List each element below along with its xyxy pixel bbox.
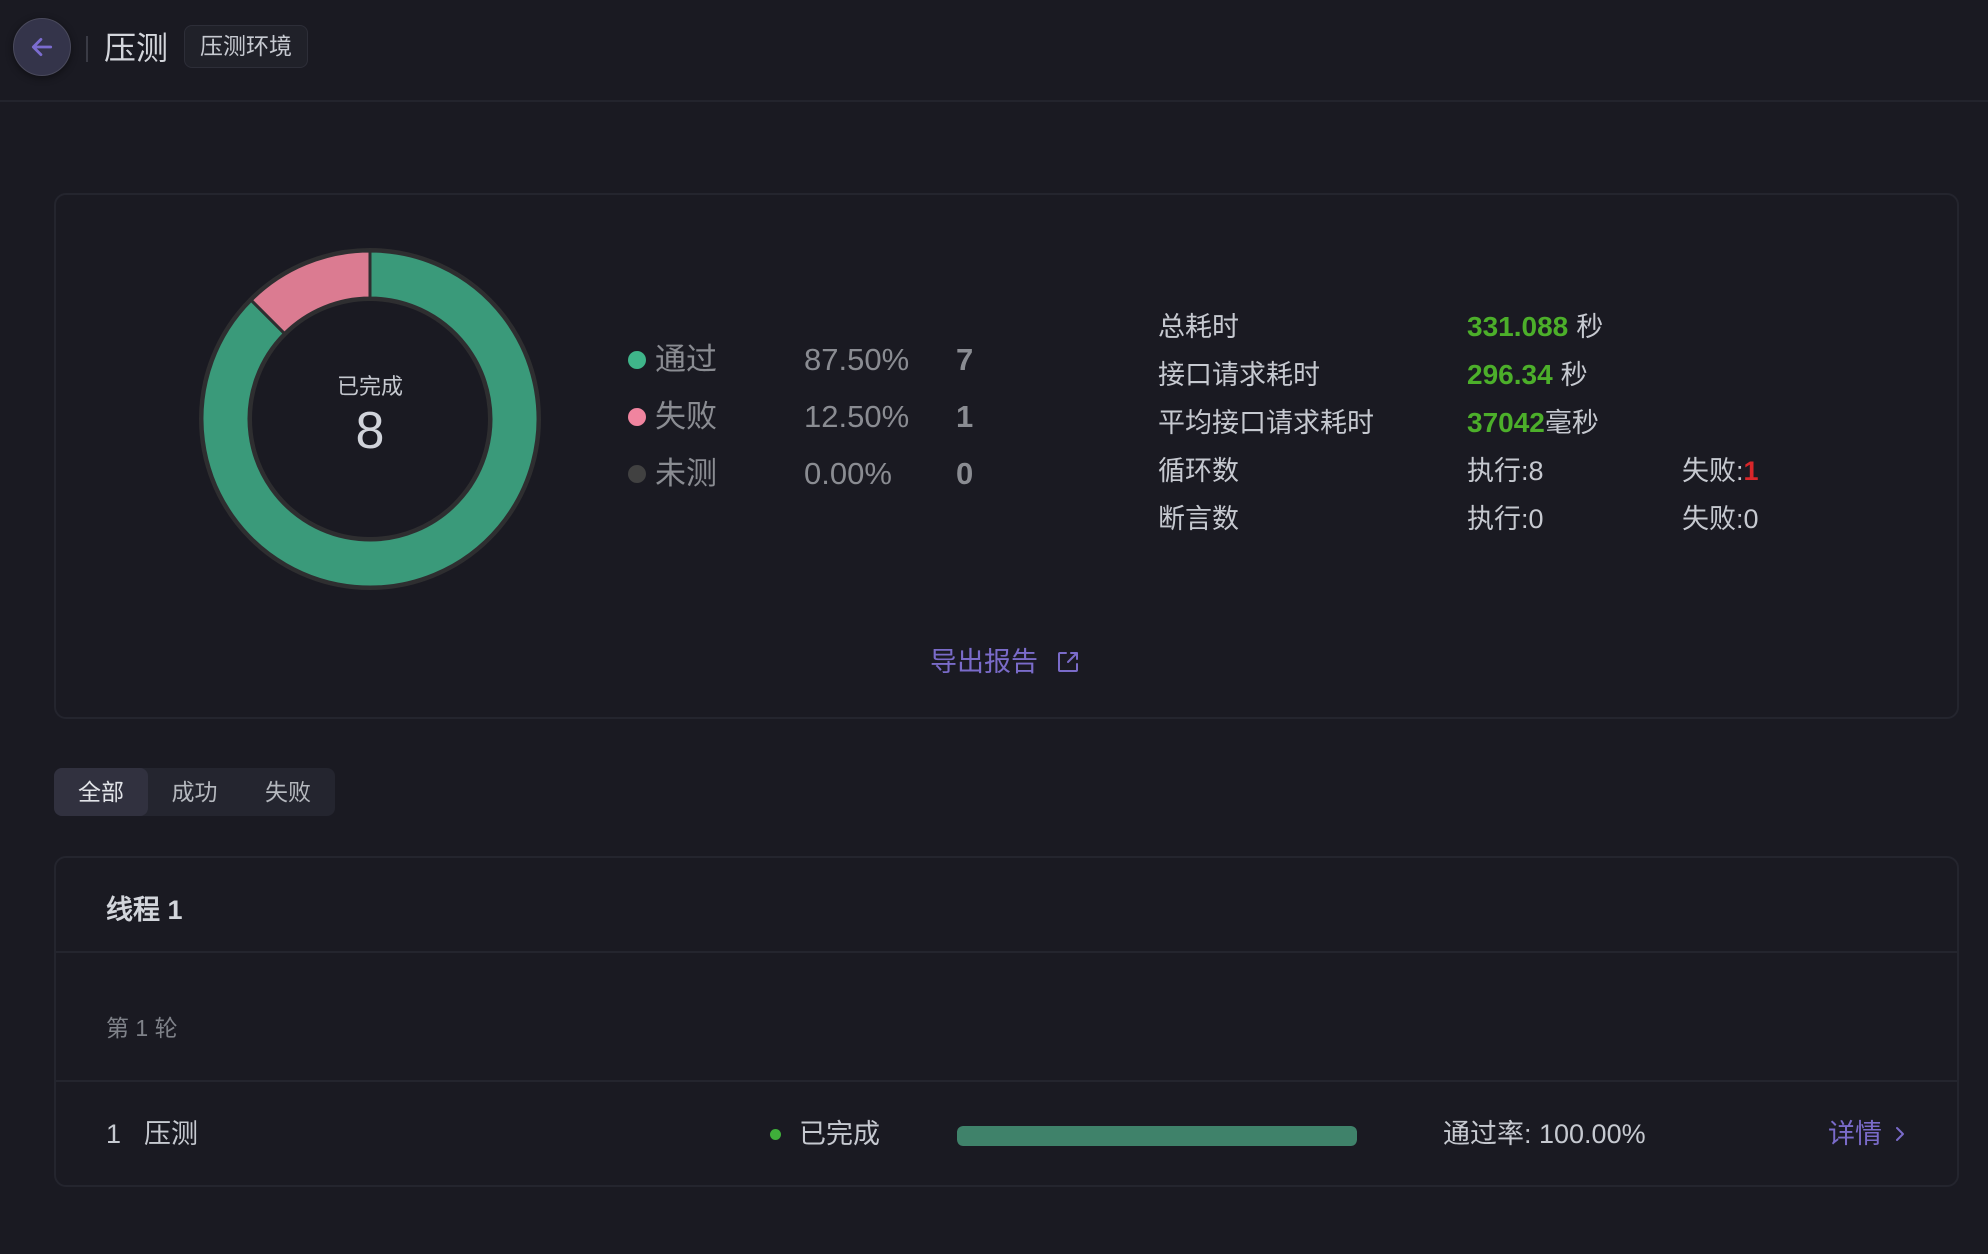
header-divider	[86, 36, 88, 62]
result-legend: 通过 87.50% 7 失败 12.50% 1 未测 0.00% 0	[628, 334, 1028, 505]
fail-label: 失败:	[1682, 456, 1744, 486]
stat-fail: 失败:0	[1682, 497, 1759, 541]
donut-center: 已完成 8	[270, 372, 470, 460]
stat-label: 循环数	[1158, 456, 1239, 486]
page-title: 压测	[104, 30, 169, 66]
stat-assertions: 断言数 执行:0 失败:0	[1158, 497, 1858, 545]
stat-number: 296.34	[1467, 359, 1553, 390]
status-badge: 已完成	[799, 1119, 880, 1149]
fail-value: 1	[1743, 456, 1759, 486]
external-link-icon	[1058, 652, 1078, 672]
stat-number: 37042	[1467, 407, 1545, 438]
stat-request-time: 接口请求耗时 296.34 秒	[1158, 353, 1858, 401]
legend-count: 7	[956, 342, 974, 377]
fail-label: 失败:	[1682, 504, 1744, 534]
tab-success[interactable]: 成功	[148, 768, 241, 816]
legend-count: 1	[956, 399, 974, 434]
tab-all[interactable]: 全部	[54, 768, 148, 816]
row-index: 1	[106, 1119, 122, 1149]
chevron-right-icon	[1896, 1127, 1904, 1141]
pass-progress-fill	[957, 1126, 1357, 1146]
round-label: 第 1 轮	[106, 1015, 178, 1041]
table-row: 1 压测 已完成 通过率: 100.00% 详情	[56, 1082, 1957, 1187]
stat-value: 331.088 秒	[1467, 305, 1603, 349]
back-button[interactable]	[13, 18, 71, 76]
detail-link[interactable]: 详情	[1828, 1112, 1908, 1156]
legend-percent: 0.00%	[804, 456, 892, 491]
detail-label: 详情	[1828, 1119, 1882, 1149]
thread-title: 线程 1	[106, 895, 183, 925]
stat-value: 296.34 秒	[1467, 353, 1588, 397]
arrow-left-icon	[31, 38, 53, 56]
legend-dot-untested	[628, 465, 646, 483]
row-name: 压测	[144, 1119, 198, 1149]
environment-badge: 压测环境	[184, 25, 308, 68]
export-report-link[interactable]: 导出报告	[930, 642, 1080, 682]
donut-center-label: 已完成	[336, 374, 403, 399]
legend-item-failed: 失败 12.50% 1	[628, 391, 1028, 448]
stat-label: 平均接口请求耗时	[1158, 408, 1374, 438]
stat-unit: 毫秒	[1544, 408, 1599, 438]
divider	[56, 951, 1957, 953]
stat-total-time: 总耗时 331.088 秒	[1158, 305, 1858, 353]
stat-label: 总耗时	[1158, 312, 1239, 342]
stat-exec: 执行:8	[1467, 449, 1544, 493]
legend-dot-failed	[628, 408, 646, 426]
legend-name: 失败	[655, 399, 717, 434]
stat-unit: 秒	[1576, 312, 1604, 342]
legend-dot-passed	[628, 351, 646, 369]
stats-panel: 总耗时 331.088 秒 接口请求耗时 296.34 秒 平均接口请求耗时 370…	[1158, 305, 1858, 545]
stat-number: 331.088	[1467, 311, 1569, 342]
legend-name: 未测	[655, 456, 717, 491]
legend-count: 0	[956, 456, 974, 491]
legend-percent: 87.50%	[804, 342, 910, 377]
stat-label: 断言数	[1158, 504, 1239, 534]
stat-fail: 失败:1	[1682, 449, 1759, 493]
export-report-label: 导出报告	[930, 647, 1038, 677]
thread-card: 线程 1 第 1 轮 1 压测 已完成 通过率: 100.00% 详情	[54, 856, 1959, 1187]
legend-percent: 12.50%	[804, 399, 910, 434]
legend-name: 通过	[655, 342, 717, 377]
stat-avg-request-time: 平均接口请求耗时 37042毫秒	[1158, 401, 1858, 449]
fail-value: 0	[1743, 504, 1759, 534]
exec-value: 0	[1528, 504, 1544, 534]
stat-exec: 执行:0	[1467, 497, 1544, 541]
legend-item-untested: 未测 0.00% 0	[628, 448, 1028, 505]
status-dot-icon	[770, 1129, 781, 1140]
exec-value: 8	[1528, 456, 1544, 486]
exec-label: 执行:	[1467, 456, 1529, 486]
stat-value: 37042毫秒	[1467, 401, 1599, 445]
donut-center-value: 8	[355, 402, 385, 460]
page-header: 压测 压测环境	[0, 0, 1988, 102]
pass-rate: 通过率: 100.00%	[1443, 1119, 1646, 1149]
result-filter-tabs: 全部 成功 失败	[54, 768, 335, 816]
stat-unit: 秒	[1560, 360, 1588, 390]
tab-failed[interactable]: 失败	[241, 768, 335, 816]
stat-label: 接口请求耗时	[1158, 360, 1320, 390]
exec-label: 执行:	[1467, 504, 1529, 534]
pass-progress-bar	[957, 1126, 1357, 1146]
legend-item-passed: 通过 87.50% 7	[628, 334, 1028, 391]
stat-loops: 循环数 执行:8 失败:1	[1158, 449, 1858, 497]
